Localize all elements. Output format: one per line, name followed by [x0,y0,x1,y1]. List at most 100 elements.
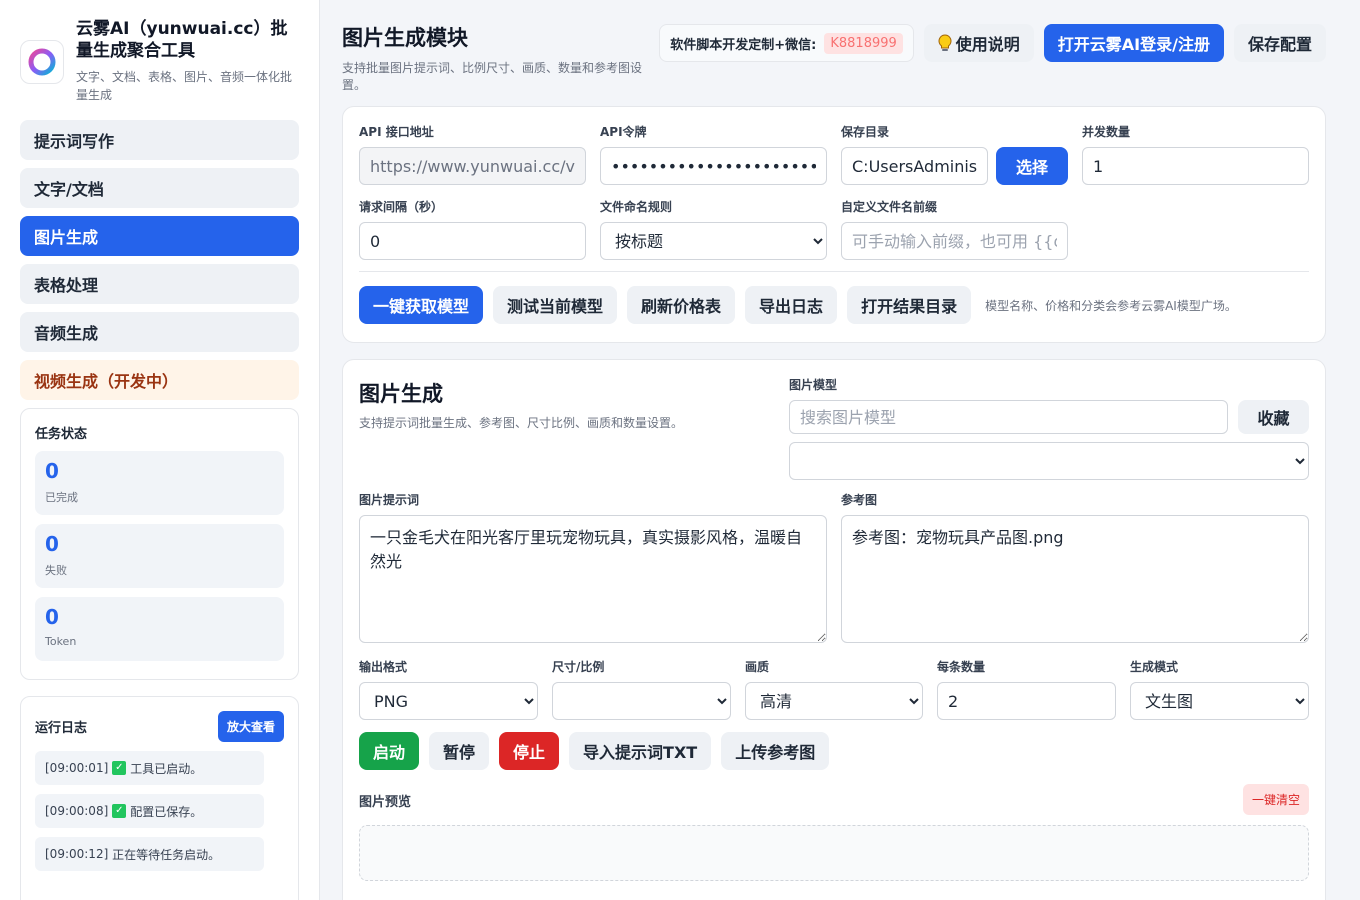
api-token-label: API令牌 [600,125,647,139]
quality-select[interactable]: 高清 [745,682,923,720]
save-dir-input[interactable] [841,147,988,185]
fetch-models-button[interactable]: 一键获取模型 [359,286,484,324]
import-prompts-button[interactable]: 导入提示词TXT [569,732,712,770]
count-input[interactable] [937,682,1116,720]
concurrency-input[interactable] [1082,147,1309,185]
naming-field: 文件命名规则 按标题 [600,198,827,260]
app-title: 云雾AI（yunwuai.cc）批量生成聚合工具 [76,19,288,61]
open-result-dir-button[interactable]: 打开结果目录 [847,286,972,324]
mode-select[interactable]: 文生图 [1130,682,1309,720]
test-model-button[interactable]: 测试当前模型 [493,286,618,324]
stat-completed-label: 已完成 [45,491,78,504]
model-field: 图片模型 收藏 [789,376,1309,480]
nav-item-image-gen[interactable]: 图片生成 [20,216,299,256]
nav-item-video[interactable]: 视频生成（开发中） [20,360,299,400]
nav-item-text-doc[interactable]: 文字/文档 [20,168,299,208]
format-label: 输出格式 [359,660,408,674]
run-log-title: 运行日志 [35,721,88,736]
interval-field: 请求间隔（秒） [359,198,586,260]
api-url-field: API 接口地址 [359,123,586,185]
format-select[interactable]: PNG [359,682,538,720]
pause-button[interactable]: 暂停 [429,732,490,770]
naming-label: 文件命名规则 [600,200,673,214]
log-line: [09:00:12] 正在等待任务启动。 [35,837,264,871]
log-text: 正在等待任务启动。 [112,847,221,862]
main-nav: 提示词写作 文字/文档 图片生成 表格处理 音频生成 视频生成（开发中） [20,120,299,400]
main-content: 图片生成模块 支持批量图片提示词、比例尺寸、画质、数量和参考图设置。 软件脚本开… [321,0,1360,900]
run-log-header: 运行日志 放大查看 [35,711,284,742]
model-search-input[interactable] [789,400,1228,434]
brand: 云雾AI（yunwuai.cc）批量生成聚合工具 文字、文档、表格、图片、音频一… [20,18,299,104]
api-token-field: API令牌 [600,123,827,185]
ref-field: 参考图 参考图：宠物玩具产品图.png [841,491,1309,647]
config-hint: 模型名称、价格和分类会参考云雾AI模型广场。 [985,298,1237,313]
header-actions: 软件脚本开发定制+微信: K8818999 使用说明 打开云雾AI登录/注册 保… [659,24,1326,62]
stat-completed-value: 0 [45,459,59,483]
gen-header: 图片生成 支持提示词批量生成、参考图、尺寸比例、画质和数量设置。 [359,378,683,431]
login-button[interactable]: 打开云雾AI登录/注册 [1043,24,1224,62]
export-log-button[interactable]: 导出日志 [745,286,838,324]
gen-subtitle: 支持提示词批量生成、参考图、尺寸比例、画质和数量设置。 [359,416,684,430]
lightbulb-icon [938,34,952,51]
size-label: 尺寸/比例 [552,660,605,674]
save-dir-field: 保存目录 选择 [841,123,1068,185]
log-zoom-button[interactable]: 放大查看 [217,711,284,742]
start-button[interactable]: 启动 [359,732,420,770]
favorite-button[interactable]: 收藏 [1238,400,1309,434]
config-actions: 一键获取模型 测试当前模型 刷新价格表 导出日志 打开结果目录 模型名称、价格和… [359,286,1237,324]
stat-token-value: 0 [45,605,59,629]
concurrency-field: 并发数量 [1082,123,1309,185]
page-header: 图片生成模块 支持批量图片提示词、比例尺寸、画质、数量和参考图设置。 软件脚本开… [342,22,1326,92]
page-subtitle: 支持批量图片提示词、比例尺寸、画质、数量和参考图设置。 [342,61,643,92]
help-label: 使用说明 [955,35,1020,54]
refresh-price-button[interactable]: 刷新价格表 [627,286,736,324]
check-icon: ✓ [112,804,127,818]
clear-preview-button[interactable]: 一键清空 [1242,784,1309,815]
task-status-title: 任务状态 [35,427,88,442]
run-log-panel: 运行日志 放大查看 [09:00:01] ✓ 工具已启动。 [09:00:08]… [20,696,299,900]
prompt-textarea[interactable]: 一只金毛犬在阳光客厅里玩宠物玩具，真实摄影风格，温暖自然光 [359,515,827,643]
quality-label: 画质 [745,660,770,674]
format-field: 输出格式 PNG [359,658,538,720]
size-field: 尺寸/比例 [552,658,731,720]
mode-label: 生成模式 [1130,660,1179,674]
nav-item-audio[interactable]: 音频生成 [20,312,299,352]
log-line: [09:00:01] ✓ 工具已启动。 [35,751,264,785]
check-icon: ✓ [112,761,127,775]
stat-failed: 0 失败 [35,524,284,588]
log-time: [09:00:08] [45,804,109,818]
app-logo-icon [20,40,64,84]
interval-input[interactable] [359,222,586,260]
upload-ref-button[interactable]: 上传参考图 [721,732,830,770]
mode-field: 生成模式 文生图 [1130,658,1309,720]
image-gen-card: 图片生成 支持提示词批量生成、参考图、尺寸比例、画质和数量设置。 图片模型 收藏… [342,359,1326,900]
nav-item-prompt-writing[interactable]: 提示词写作 [20,120,299,160]
api-token-input[interactable] [600,147,827,185]
gen-actions: 启动 暂停 停止 导入提示词TXT 上传参考图 [359,732,830,770]
model-select[interactable] [789,442,1309,480]
model-label: 图片模型 [789,378,838,392]
help-button[interactable]: 使用说明 [923,24,1034,62]
log-text: 配置已保存。 [130,804,203,819]
ref-textarea[interactable]: 参考图：宠物玩具产品图.png [841,515,1309,643]
log-time: [09:00:01] [45,761,109,775]
prompt-label: 图片提示词 [359,493,420,507]
stop-button[interactable]: 停止 [499,732,560,770]
save-dir-label: 保存目录 [841,125,890,139]
config-card: API 接口地址 API令牌 保存目录 选择 并发数量 请求间隔（秒） 文件命名… [342,106,1326,343]
task-status-panel: 任务状态 0 已完成 0 失败 0 Token [20,408,299,680]
api-url-input[interactable] [359,147,586,185]
app-subtitle: 文字、文档、表格、图片、音频一体化批量生成 [76,70,293,102]
save-config-button[interactable]: 保存配置 [1233,24,1326,62]
prefix-field: 自定义文件名前缀 [841,198,1068,260]
divider [359,271,1309,272]
count-field: 每条数量 [937,658,1116,720]
prefix-label: 自定义文件名前缀 [841,200,938,214]
size-select[interactable] [552,682,731,720]
prefix-input[interactable] [841,222,1068,260]
naming-select[interactable]: 按标题 [600,222,827,260]
contact-id: K8818999 [824,32,903,54]
choose-dir-button[interactable]: 选择 [996,147,1068,185]
nav-item-table[interactable]: 表格处理 [20,264,299,304]
preview-area [359,825,1309,881]
